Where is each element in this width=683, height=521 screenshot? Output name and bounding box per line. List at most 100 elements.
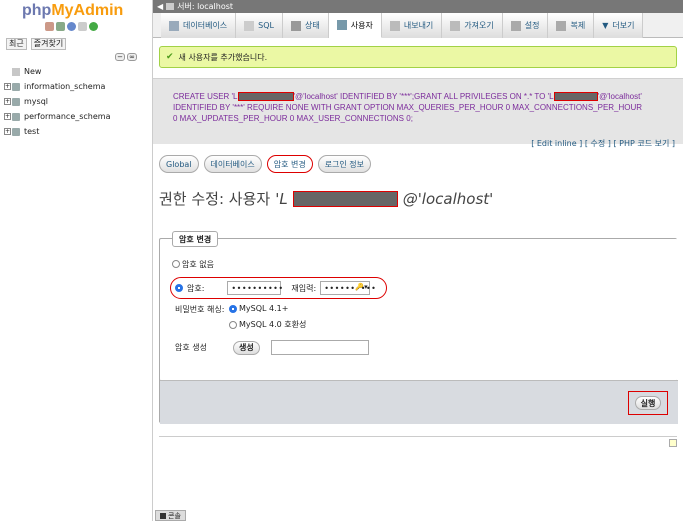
home-icon[interactable] xyxy=(45,22,54,31)
recent-tab[interactable]: 최근 xyxy=(6,38,27,50)
database-icon xyxy=(12,82,20,91)
generate-password-label: 암호 생성 xyxy=(175,343,207,352)
expand-icon[interactable]: + xyxy=(4,98,11,105)
console-toggle[interactable]: 콘솔 xyxy=(155,510,186,521)
key-icon[interactable]: 🔑▾ xyxy=(355,283,368,291)
check-icon: ✔ xyxy=(166,52,174,62)
tree-item-mysql[interactable]: + mysql xyxy=(4,94,149,109)
fieldset-legend: 암호 변경 xyxy=(172,231,219,247)
expand-icon[interactable]: + xyxy=(4,113,11,120)
sql-line-3: 0 MAX_UPDATES_PER_HOUR 0 MAX_USER_CONNEC… xyxy=(173,114,413,123)
edit-inline-link[interactable]: Edit inline xyxy=(537,139,577,148)
fieldset-body: 암호 없음 암호: •••••••••• 재입력: •••••••••• 🔑▾ 비… xyxy=(160,239,678,380)
password-field[interactable]: •••••••••• xyxy=(227,281,283,295)
generate-button[interactable]: 생성 xyxy=(232,340,260,355)
tab-sql[interactable]: SQL xyxy=(236,13,284,38)
favorites-tab[interactable]: 즐겨찾기 xyxy=(30,38,67,50)
phpmyadmin-logo[interactable]: phpMyAdmin xyxy=(22,2,123,20)
go-button[interactable]: 실행 xyxy=(634,396,662,410)
database-icon xyxy=(169,20,179,31)
expand-icon[interactable]: + xyxy=(4,83,11,90)
tree-item-test[interactable]: + test xyxy=(4,124,149,139)
divider xyxy=(159,436,677,437)
link-icon[interactable]: ∞ xyxy=(127,53,137,61)
tab-export[interactable]: 내보내기 xyxy=(381,13,443,38)
hash-option-mysql40[interactable]: MySQL 4.0 호환성 xyxy=(229,319,306,330)
new-db-icon xyxy=(12,67,20,76)
top-menu-tabs: 데이터베이스 SQL 상태 사용자 내보내기 가져오기 설정 복제 ▼ 더보기 xyxy=(153,13,683,38)
import-icon xyxy=(450,20,461,31)
tree-item-label: test xyxy=(24,127,40,136)
tab-replication[interactable]: 복제 xyxy=(548,13,595,38)
tree-item-new[interactable]: New xyxy=(4,64,149,79)
tree-item-label: performance_schema xyxy=(24,112,111,121)
no-password-radio[interactable] xyxy=(172,260,180,268)
generate-password-row: 암호 생성 생성 xyxy=(175,340,369,355)
export-icon xyxy=(389,20,400,31)
database-icon xyxy=(12,97,20,106)
subtab-global[interactable]: Global xyxy=(159,155,199,173)
collapse-arrow-icon[interactable]: ◀ xyxy=(157,2,163,11)
database-icon xyxy=(12,127,20,136)
page-title: 권한 수정: 사용자 'L @'localhost' xyxy=(159,189,494,209)
hash-mysql41-radio[interactable] xyxy=(229,304,237,313)
password-radio[interactable] xyxy=(175,284,183,292)
subtab-change-password[interactable]: 암호 변경 xyxy=(266,155,313,173)
reenter-password-field[interactable]: •••••••••• 🔑▾ xyxy=(320,281,376,295)
tab-settings[interactable]: 설정 xyxy=(502,13,549,38)
generated-password-field[interactable] xyxy=(270,340,369,355)
redacted-username xyxy=(292,190,398,207)
users-icon xyxy=(336,20,347,30)
no-password-option[interactable]: 암호 없음 xyxy=(172,257,380,271)
no-password-label: 암호 없음 xyxy=(182,259,214,269)
hash-mysql40-radio[interactable] xyxy=(229,320,237,329)
change-password-fieldset: 암호 없음 암호: •••••••••• 재입력: •••••••••• 🔑▾ 비… xyxy=(159,231,678,424)
subtab-login-info[interactable]: 로그인 정보 xyxy=(317,155,372,173)
tab-more[interactable]: ▼ 더보기 xyxy=(594,13,644,38)
subtab-database[interactable]: 데이터베이스 xyxy=(203,155,262,173)
reenter-label: 재입력: xyxy=(291,283,317,293)
replication-icon xyxy=(556,20,567,31)
console-label: 콘솔 xyxy=(168,511,181,520)
edit-link[interactable]: 수정 xyxy=(591,139,606,148)
hashing-label: 비밀번호 해싱: xyxy=(175,305,225,314)
page-settings-icon[interactable] xyxy=(669,439,677,447)
tree-item-information-schema[interactable]: + information_schema xyxy=(4,79,149,94)
reload-icon[interactable] xyxy=(89,22,98,31)
password-row: 암호: •••••••••• 재입력: •••••••••• 🔑▾ xyxy=(170,277,387,299)
server-icon xyxy=(166,3,175,10)
navigation-panel: phpMyAdmin 최근 즐겨찾기 − ∞ New + information… xyxy=(0,0,153,521)
hash-mysql41-label: MySQL 4.1+ xyxy=(239,304,289,313)
sql-query-box: CREATE USER 'L '@'localhost' IDENTIFIED B… xyxy=(153,78,683,144)
tab-import[interactable]: 가져오기 xyxy=(442,13,503,38)
success-message: ✔ 새 사용자를 추가했습니다. xyxy=(159,46,677,68)
server-breadcrumb: ◀ 서버: localhost xyxy=(153,0,683,13)
sql-icon xyxy=(244,20,255,31)
tree-item-label: New xyxy=(24,67,42,76)
php-code-link[interactable]: PHP 코드 보기 xyxy=(619,139,669,148)
collapse-all-icon[interactable]: − xyxy=(115,53,125,61)
tab-users[interactable]: 사용자 xyxy=(328,13,382,38)
server-link[interactable]: 서버: localhost xyxy=(177,1,233,12)
go-button-highlight: 실행 xyxy=(628,391,668,415)
logout-icon[interactable] xyxy=(56,22,65,31)
privileges-subtabs: Global 데이터베이스 암호 변경 로그인 정보 xyxy=(159,155,372,173)
nav-tree-controls: − ∞ xyxy=(115,53,137,61)
status-icon xyxy=(291,20,302,31)
sql-line-1: CREATE USER 'L '@'localhost' IDENTIFIED B… xyxy=(173,92,642,102)
tree-item-performance-schema[interactable]: + performance_schema xyxy=(4,109,149,124)
nav-icon-bar xyxy=(45,22,98,31)
tree-item-label: information_schema xyxy=(24,82,106,91)
tree-item-label: mysql xyxy=(24,97,48,106)
hash-option-mysql41[interactable]: MySQL 4.1+ xyxy=(229,304,288,313)
success-text: 새 사용자를 추가했습니다. xyxy=(178,52,268,62)
docs-icon[interactable] xyxy=(78,22,87,31)
tab-status[interactable]: 상태 xyxy=(283,13,329,38)
help-icon[interactable] xyxy=(67,22,76,31)
hash-mysql40-label: MySQL 4.0 호환성 xyxy=(239,320,307,329)
sql-action-links: [ Edit inline ] [ 수정 ] [ PHP 코드 보기 ] xyxy=(531,139,675,148)
tab-databases[interactable]: 데이터베이스 xyxy=(161,13,237,38)
more-icon: ▼ xyxy=(602,21,609,30)
expand-icon[interactable]: + xyxy=(4,128,11,135)
settings-icon xyxy=(510,20,521,31)
